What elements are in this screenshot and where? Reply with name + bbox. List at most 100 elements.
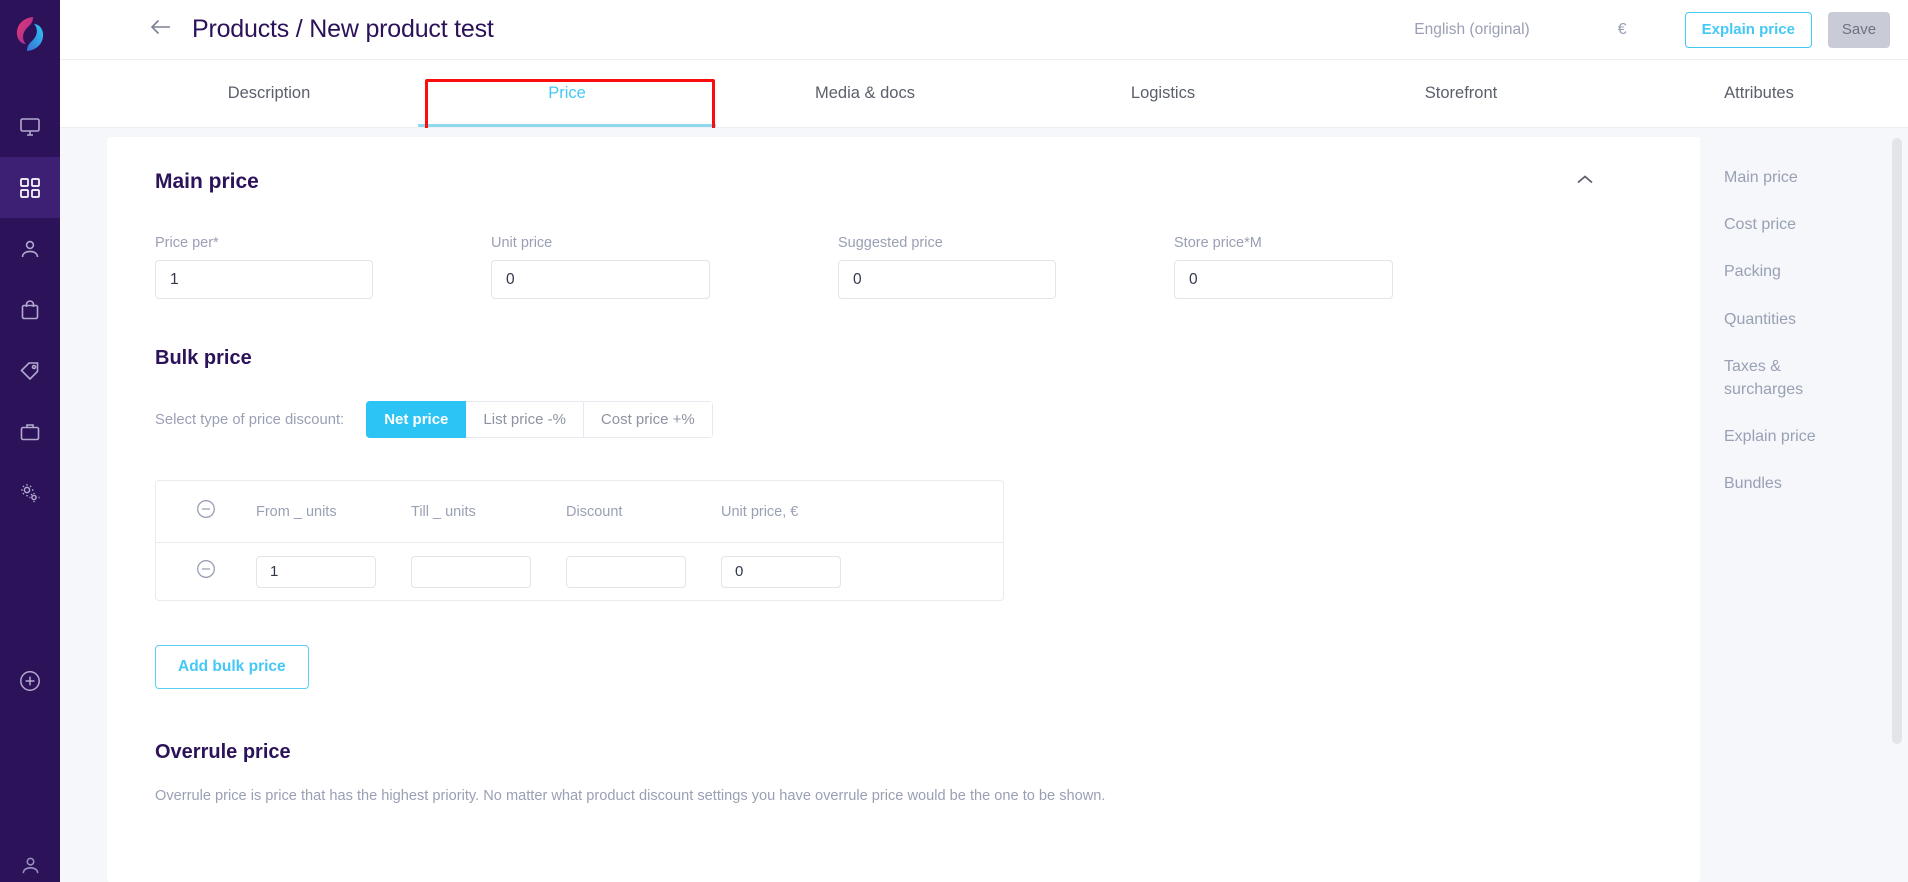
page-scrollbar-thumb[interactable] [1892, 138, 1902, 744]
price-per-input[interactable] [155, 260, 373, 299]
sidebar-item-account[interactable] [0, 835, 60, 882]
section-nav-item-main-price[interactable]: Main price [1724, 166, 1854, 189]
page-body: Main price Price per* 1 Unit price 0 Sug… [60, 128, 1908, 882]
plus-circle-icon [17, 668, 43, 694]
table-cell [411, 555, 566, 588]
field-label: Unit price [491, 235, 553, 251]
price-card: Main price Price per* 1 Unit price 0 Sug… [107, 137, 1700, 806]
section-nav-item-explain-price[interactable]: Explain price [1724, 425, 1854, 448]
field-unit-price: Unit price [491, 235, 710, 299]
tab-storefront[interactable]: Storefront [1312, 60, 1610, 127]
minus-circle-icon [195, 558, 217, 585]
field-label: Price per* [155, 235, 219, 251]
user-icon [18, 237, 42, 261]
table-header-cell: From _ units [256, 503, 411, 521]
row-till-units-input[interactable] [411, 555, 531, 588]
sidebar-items [0, 96, 60, 523]
sidebar-item-dashboard[interactable] [0, 96, 60, 157]
tab-attributes[interactable]: Attributes [1610, 60, 1908, 127]
main-price-title: Main price [155, 170, 259, 193]
currency-selector[interactable]: € [1618, 21, 1627, 39]
discount-type-label: Select type of price discount: [155, 411, 345, 428]
remove-row-button[interactable] [156, 558, 256, 585]
segment-cost-price[interactable]: Cost price +% [583, 401, 713, 438]
add-bulk-price-button[interactable]: Add bulk price [155, 645, 309, 689]
field-store-price: Store price*M [1174, 235, 1393, 299]
main-price-header: Main price [155, 167, 1660, 197]
bag-icon [18, 298, 42, 322]
field-price-per: Price per* [155, 235, 373, 299]
gears-icon [18, 481, 42, 505]
store-price-input[interactable] [1174, 260, 1393, 299]
table-header-row: From _ units Till _ units Discount Unit … [156, 481, 1003, 543]
header-discount: Discount [566, 503, 623, 520]
tab-description[interactable]: Description [120, 60, 418, 127]
bulk-price-table: From _ units Till _ units Discount Unit … [155, 480, 1004, 601]
tab-bar: Description Price Media & docs Logistics… [60, 60, 1908, 133]
sidebar-item-add[interactable] [0, 650, 60, 711]
row-discount-input[interactable] [566, 555, 686, 588]
tab-media-docs[interactable]: Media & docs [716, 60, 1014, 127]
remove-all-button[interactable] [156, 498, 256, 525]
minus-circle-icon [195, 498, 217, 525]
tag-icon [18, 359, 42, 383]
section-nav-item-packing[interactable]: Packing [1724, 260, 1854, 283]
explain-price-button[interactable]: Explain price [1684, 11, 1812, 48]
table-row [156, 543, 1003, 600]
segment-net-price[interactable]: Net price [366, 401, 467, 438]
main-price-fields: Price per* Unit price Suggested price [155, 235, 1660, 299]
header-from-units: From _ units [256, 503, 337, 520]
app-logo[interactable] [13, 14, 47, 54]
row-from-units-input[interactable] [256, 555, 376, 588]
tab-price[interactable]: Price [418, 60, 716, 127]
segment-list-price[interactable]: List price -% [466, 401, 584, 438]
field-suggested-price: Suggested price [838, 235, 1056, 299]
back-button[interactable] [138, 0, 184, 60]
field-label: Suggested price [838, 235, 943, 251]
sidebar-item-business[interactable] [0, 401, 60, 462]
discount-type-row: Select type of price discount: Net price… [155, 401, 1660, 438]
page-header: Products / New product test English (ori… [60, 0, 1908, 60]
suggested-price-input[interactable] [838, 260, 1056, 299]
monitor-icon [18, 115, 42, 139]
sidebar-item-catalog[interactable] [0, 157, 60, 218]
section-nav: Main price Cost price Packing Quantities… [1700, 128, 1908, 882]
grid-icon [18, 176, 42, 200]
user-icon [19, 854, 42, 877]
page-scrollbar-track[interactable] [1892, 128, 1905, 882]
main-area: Products / New product test English (ori… [60, 0, 1908, 882]
table-header-cell: Till _ units [411, 503, 566, 521]
section-nav-item-cost-price[interactable]: Cost price [1724, 213, 1854, 236]
section-nav-item-taxes-surcharges[interactable]: Taxes & surcharges [1724, 355, 1854, 401]
table-header-cell: Unit price, € [721, 503, 881, 521]
save-button[interactable]: Save [1828, 11, 1890, 48]
table-cell [566, 555, 721, 588]
discount-type-segmented-control: Net price List price -% Cost price +% [366, 401, 713, 438]
arrow-left-icon [150, 17, 172, 42]
chevron-up-icon [1576, 173, 1594, 191]
app-root: Products / New product test English (ori… [0, 0, 1908, 882]
table-cell [721, 555, 881, 588]
section-nav-item-quantities[interactable]: Quantities [1724, 308, 1854, 331]
header-unit-price: Unit price, € [721, 503, 799, 520]
row-unit-price-input[interactable] [721, 555, 841, 588]
bulk-price-title: Bulk price [155, 347, 252, 369]
sidebar-item-orders[interactable] [0, 279, 60, 340]
language-selector[interactable]: English (original) [1414, 21, 1529, 39]
overrule-price-description: Overrule price is price that has the hig… [155, 788, 1106, 804]
header-till-units: Till _ units [411, 503, 476, 520]
main-price-collapse-button[interactable] [1570, 167, 1600, 197]
section-nav-item-bundles[interactable]: Bundles [1724, 472, 1854, 495]
sidebar-item-contacts[interactable] [0, 218, 60, 279]
left-sidebar [0, 0, 60, 882]
page-title: Products / New product test [192, 15, 494, 43]
unit-price-input[interactable] [491, 260, 710, 299]
content-panel: Main price Price per* 1 Unit price 0 Sug… [107, 137, 1700, 882]
tab-logistics[interactable]: Logistics [1014, 60, 1312, 127]
field-label: Store price*M [1174, 235, 1262, 251]
table-header-cell: Discount [566, 503, 721, 521]
sidebar-item-pricing[interactable] [0, 340, 60, 401]
sidebar-item-settings[interactable] [0, 462, 60, 523]
table-cell [256, 555, 411, 588]
overrule-price-title: Overrule price [155, 741, 291, 763]
